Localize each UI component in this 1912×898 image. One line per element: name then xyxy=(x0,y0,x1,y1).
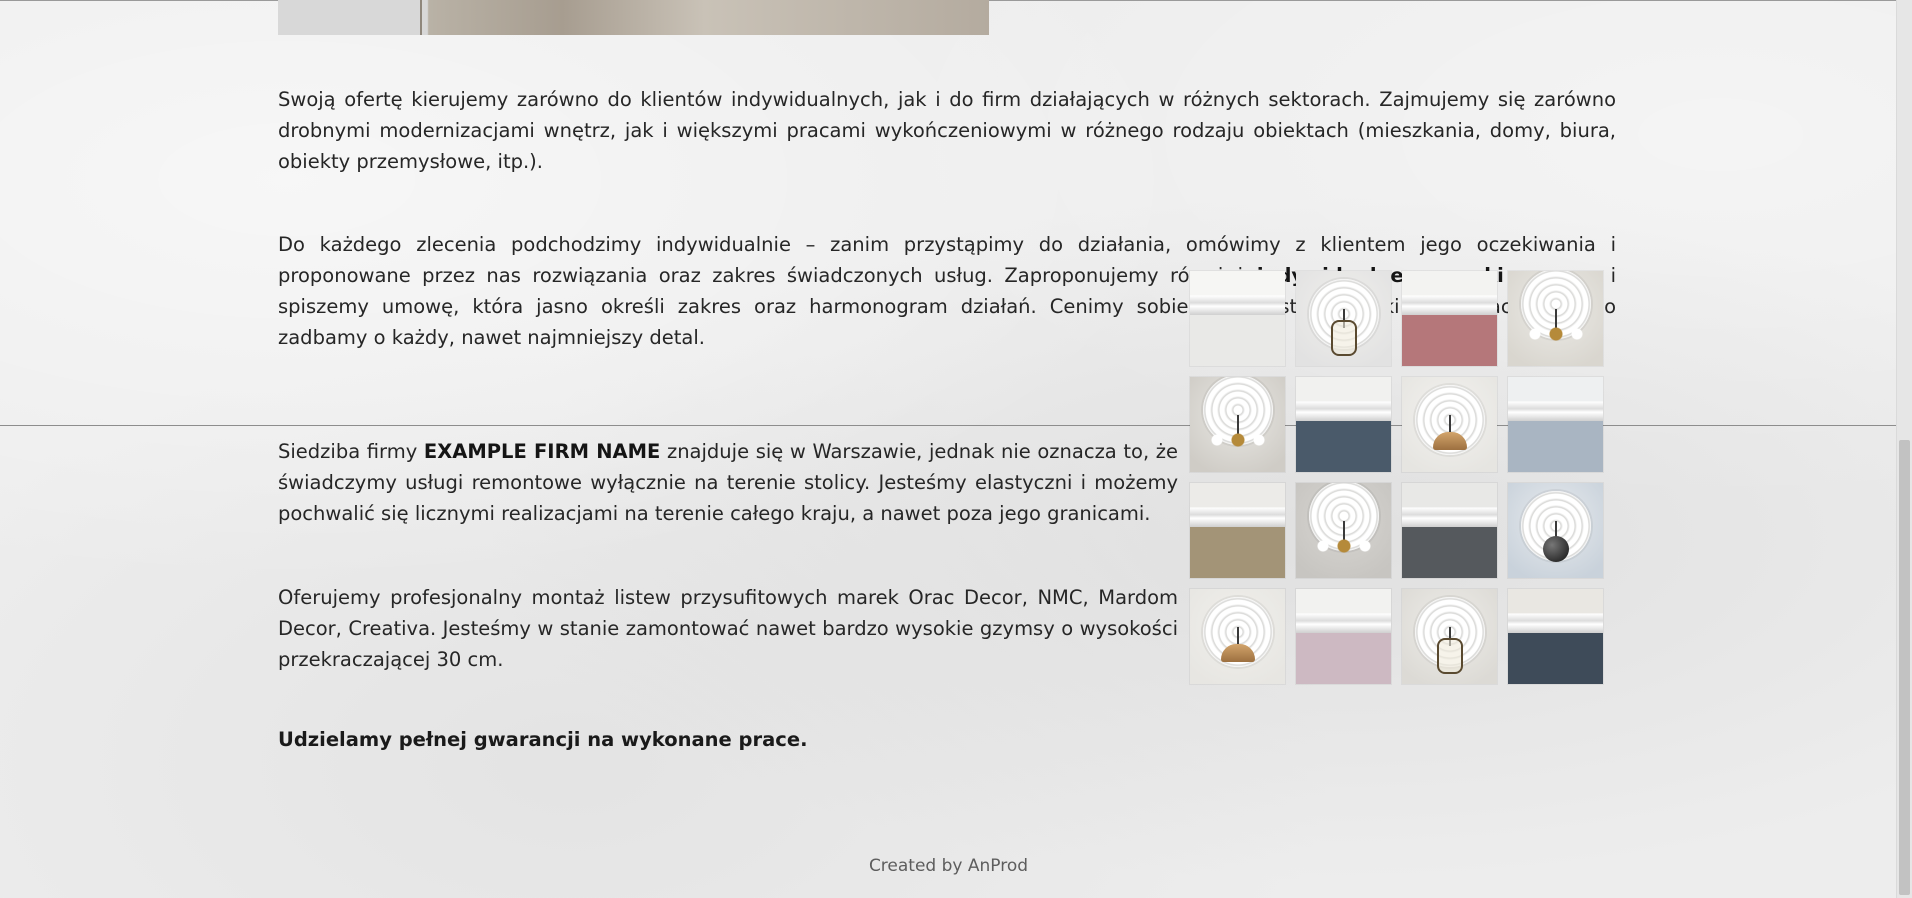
gallery-thumbnail[interactable] xyxy=(1508,271,1603,366)
gallery-thumbnail[interactable] xyxy=(1296,589,1391,684)
cornice-molding xyxy=(1402,483,1497,527)
gallery-thumbnail[interactable] xyxy=(1402,271,1497,366)
cornice-molding xyxy=(1402,271,1497,315)
location-text-start: Siedziba firmy xyxy=(278,440,424,463)
intro-paragraph: Swoją ofertę kierujemy zarówno do klient… xyxy=(278,88,1616,173)
lamp-fixture xyxy=(1207,429,1268,452)
guarantee-note: Udzielamy pełnej gwarancji na wykonane p… xyxy=(278,728,808,751)
scrollbar-thumb[interactable] xyxy=(1899,440,1910,895)
cornice-molding xyxy=(1190,483,1285,527)
gallery-thumbnail[interactable] xyxy=(1296,377,1391,472)
cornice-molding xyxy=(1508,377,1603,421)
location-paragraph: Siedziba firmy EXAMPLE FIRM NAME znajduj… xyxy=(278,436,1178,529)
lamp-fixture xyxy=(1436,638,1463,675)
cornice-molding xyxy=(1296,377,1391,421)
lamp-fixture xyxy=(1525,323,1586,346)
lamp-fixture xyxy=(1313,535,1374,558)
gallery-thumbnail[interactable] xyxy=(1190,271,1285,366)
lamp-fixture xyxy=(1542,536,1569,563)
gallery-thumbnail[interactable] xyxy=(1508,377,1603,472)
gallery-thumbnail[interactable] xyxy=(1402,589,1497,684)
gallery-thumbnail[interactable] xyxy=(1402,377,1497,472)
gallery-thumbnail[interactable] xyxy=(1508,483,1603,578)
gallery-thumbnail[interactable] xyxy=(1402,483,1497,578)
gallery-thumbnail[interactable] xyxy=(1190,483,1285,578)
scrollbar-track[interactable] xyxy=(1896,0,1912,898)
gallery-thumbnail[interactable] xyxy=(1296,271,1391,366)
cornice-molding xyxy=(1508,589,1603,633)
gallery-thumbnail[interactable] xyxy=(1508,589,1603,684)
lamp-fixture xyxy=(1330,320,1357,357)
offer-paragraph: Oferujemy profesjonalny montaż listew pr… xyxy=(278,586,1178,671)
hero-photo xyxy=(278,0,989,35)
cornice-molding xyxy=(1296,589,1391,633)
gallery-thumbnail[interactable] xyxy=(1190,377,1285,472)
footer-credit: Created by AnProd xyxy=(868,856,1029,876)
cornice-molding xyxy=(1190,271,1285,315)
gallery-thumbnail[interactable] xyxy=(1296,483,1391,578)
firm-name: EXAMPLE FIRM NAME xyxy=(423,440,661,463)
realizations-gallery xyxy=(1190,271,1603,684)
gallery-thumbnail[interactable] xyxy=(1190,589,1285,684)
section-divider xyxy=(0,425,1897,426)
